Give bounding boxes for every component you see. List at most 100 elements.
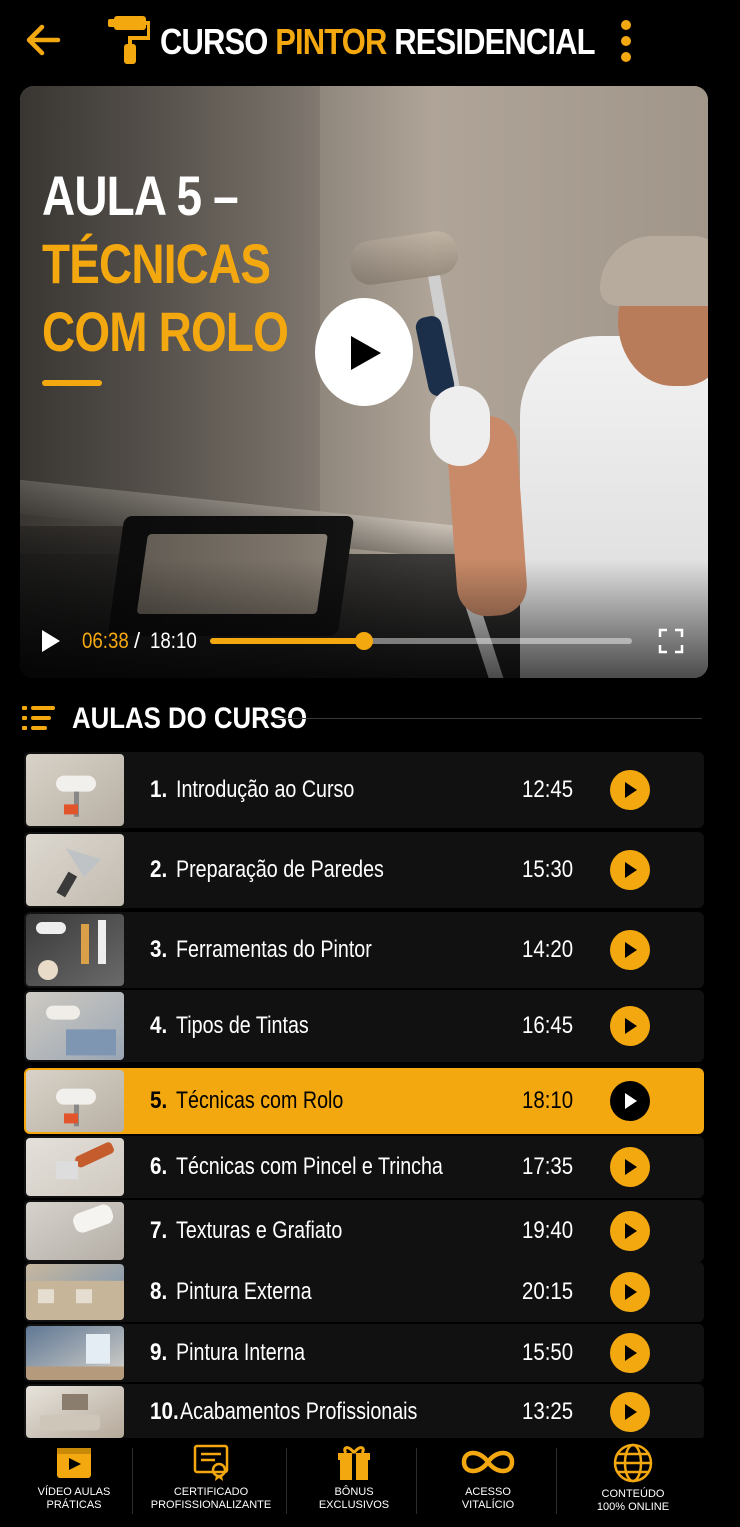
lesson-row[interactable]: 8. Pintura Externa 20:15 — [24, 1262, 704, 1322]
lesson-title: Introdução ao Curso — [176, 776, 355, 803]
lesson-play-button[interactable] — [610, 1211, 650, 1251]
app-title: CURSO PINTOR RESIDENCIAL — [160, 20, 596, 64]
play-icon — [625, 1159, 637, 1175]
more-menu-button[interactable] — [612, 18, 640, 64]
feature-infinity[interactable]: ACESSO VITALÍCIO — [420, 1438, 556, 1527]
lesson-duration: 15:30 — [522, 856, 574, 883]
lesson-title: Acabamentos Profissionais — [180, 1398, 418, 1425]
dot-icon — [621, 20, 631, 30]
lesson-heading-line2: TÉCNICAS — [42, 232, 271, 295]
lesson-thumbnail — [26, 992, 124, 1060]
lesson-number: 8. — [150, 1278, 168, 1305]
lesson-row[interactable]: 7. Texturas e Grafiato 19:40 — [24, 1200, 704, 1262]
lesson-thumbnail — [26, 1138, 124, 1196]
feature-label: VÍDEO AULAS PRÁTICAS — [37, 1486, 111, 1511]
progress-bar[interactable] — [210, 632, 632, 650]
lesson-play-button[interactable] — [610, 1272, 650, 1312]
fullscreen-button[interactable] — [658, 628, 684, 654]
feature-video[interactable]: VÍDEO AULAS PRÁTICAS — [14, 1438, 134, 1527]
section-divider — [274, 718, 702, 719]
progress-scrubber[interactable] — [355, 632, 374, 650]
lesson-thumbnail — [26, 834, 124, 906]
play-icon — [625, 862, 637, 878]
lesson-number: 6. — [150, 1153, 168, 1180]
lesson-number: 10. — [150, 1398, 179, 1425]
lesson-duration: 13:25 — [522, 1398, 574, 1425]
infinity-icon — [420, 1442, 556, 1482]
lesson-play-button[interactable] — [610, 930, 650, 970]
arrow-left-icon — [26, 24, 61, 56]
lesson-duration: 20:15 — [522, 1278, 574, 1305]
lesson-row[interactable]: 5. Técnicas com Rolo 18:10 — [24, 1068, 704, 1134]
lesson-row[interactable]: 3. Ferramentas do Pintor 14:20 — [24, 912, 704, 988]
fullscreen-icon — [658, 628, 684, 654]
lesson-play-button[interactable] — [610, 1081, 650, 1121]
video-player[interactable]: AULA 5 – TÉCNICAS COM ROLO 06:38 / 18:10 — [20, 86, 708, 678]
back-button[interactable] — [22, 20, 66, 60]
feature-label: CONTEÚDO 100% ONLINE — [596, 1488, 670, 1513]
lesson-thumbnail — [26, 1070, 124, 1132]
total-time: 18:10 — [150, 628, 197, 653]
lesson-number: 1. — [150, 776, 168, 803]
lesson-number: 3. — [150, 936, 168, 963]
dot-icon — [621, 36, 631, 46]
play-icon — [625, 1093, 637, 1109]
lesson-thumbnail — [26, 1202, 124, 1260]
nav-divider — [416, 1448, 417, 1514]
lesson-row[interactable]: 2. Preparação de Paredes 15:30 — [24, 832, 704, 908]
lesson-number: 9. — [150, 1339, 168, 1366]
lesson-row[interactable]: 6. Técnicas com Pincel e Trincha 17:35 — [24, 1136, 704, 1198]
certificate-icon — [136, 1442, 286, 1482]
list-icon — [22, 706, 55, 730]
lesson-thumbnail — [26, 754, 124, 826]
lesson-row[interactable]: 10. Acabamentos Profissionais 13:25 — [24, 1384, 704, 1440]
lesson-title: Pintura Interna — [176, 1339, 306, 1366]
app-title-part1: CURSO — [160, 21, 268, 62]
lesson-number: 5. — [150, 1087, 168, 1114]
app-title-part3: RESIDENCIAL — [394, 21, 595, 62]
paint-roller-logo-icon — [106, 14, 151, 66]
lesson-play-button[interactable] — [610, 850, 650, 890]
lesson-row[interactable]: 9. Pintura Interna 15:50 — [24, 1324, 704, 1382]
lesson-play-button[interactable] — [610, 1392, 650, 1432]
nav-divider — [132, 1448, 133, 1514]
time-separator: / — [134, 628, 141, 653]
lesson-title: Texturas e Grafiato — [176, 1217, 343, 1244]
lesson-duration: 18:10 — [522, 1087, 574, 1114]
video-icon — [14, 1442, 134, 1482]
lesson-title: Técnicas com Pincel e Trincha — [176, 1153, 443, 1180]
lesson-heading-line3: COM ROLO — [42, 300, 289, 363]
lesson-duration: 15:50 — [522, 1339, 574, 1366]
lesson-heading: AULA 5 – TÉCNICAS COM ROLO — [42, 162, 289, 366]
lesson-play-button[interactable] — [610, 770, 650, 810]
lesson-number: 7. — [150, 1217, 168, 1244]
feature-gift[interactable]: BÔNUS EXCLUSIVOS — [290, 1438, 418, 1527]
lesson-title: Tipos de Tintas — [176, 1012, 309, 1039]
play-icon — [625, 782, 637, 798]
lesson-row[interactable]: 1. Introdução ao Curso 12:45 — [24, 752, 704, 828]
play-icon — [625, 1404, 637, 1420]
feature-globe[interactable]: CONTEÚDO 100% ONLINE — [560, 1438, 706, 1527]
lesson-thumbnail — [26, 1326, 124, 1380]
control-play-button[interactable] — [40, 628, 66, 654]
lesson-duration: 12:45 — [522, 776, 574, 803]
feature-certificate[interactable]: CERTIFICADO PROFISSIONALIZANTE — [136, 1438, 286, 1527]
lesson-thumbnail — [26, 1386, 124, 1438]
lesson-number: 2. — [150, 856, 168, 883]
lesson-row[interactable]: 4. Tipos de Tintas 16:45 — [24, 990, 704, 1062]
video-play-button[interactable] — [315, 298, 413, 406]
play-icon — [625, 1284, 637, 1300]
lesson-play-button[interactable] — [610, 1147, 650, 1187]
globe-icon — [560, 1442, 706, 1484]
play-icon — [625, 1223, 637, 1239]
nav-divider — [286, 1448, 287, 1514]
progress-fill — [210, 638, 365, 644]
lesson-title: Pintura Externa — [176, 1278, 312, 1305]
lesson-thumbnail — [26, 914, 124, 986]
lesson-play-button[interactable] — [610, 1333, 650, 1373]
section-title: AULAS DO CURSO — [72, 702, 308, 735]
lesson-play-button[interactable] — [610, 1006, 650, 1046]
lessons-section-header: AULAS DO CURSO — [22, 700, 702, 738]
play-icon — [625, 942, 637, 958]
lesson-thumbnail — [26, 1264, 124, 1320]
